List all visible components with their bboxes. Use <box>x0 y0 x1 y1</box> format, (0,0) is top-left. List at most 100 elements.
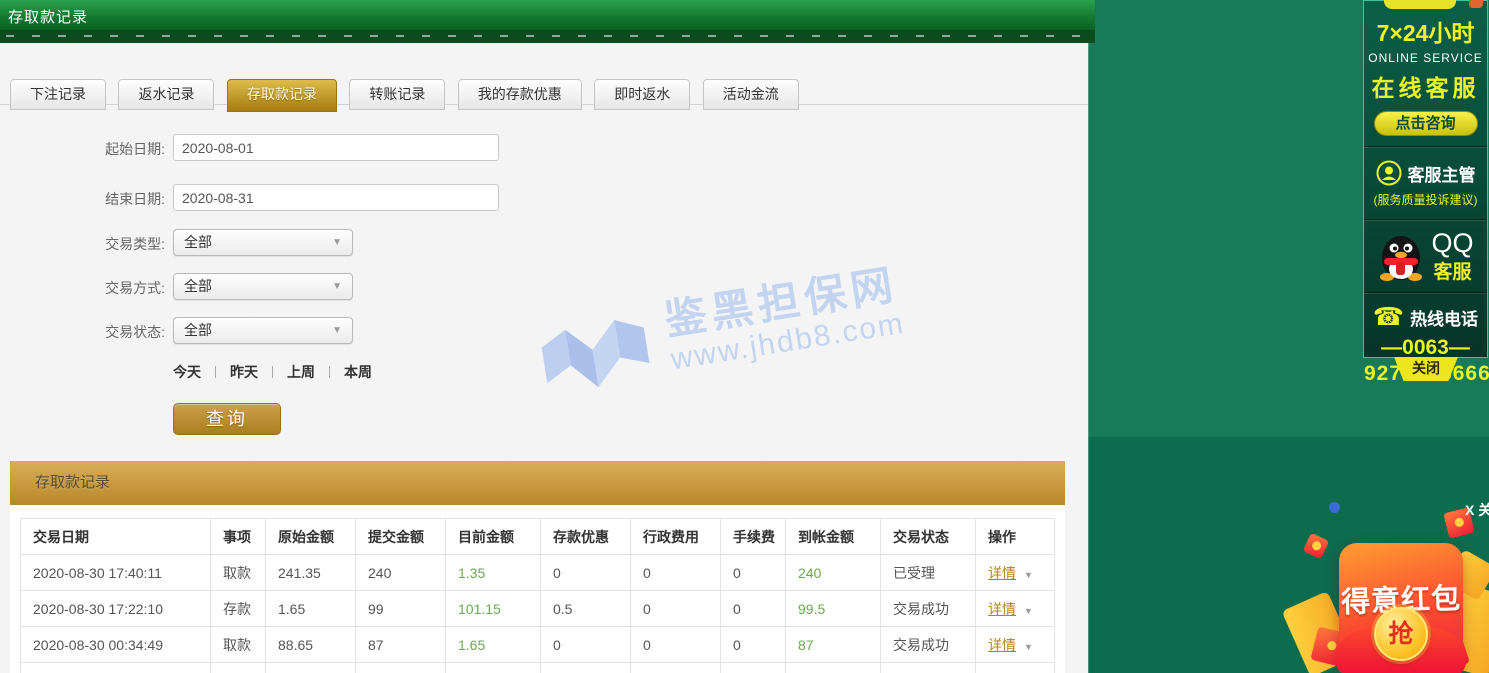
cell-received: 240 <box>786 555 881 591</box>
chevron-down-icon: ▼ <box>332 230 342 255</box>
online-service-text: ONLINE SERVICE <box>1364 51 1487 65</box>
col-current: 目前金额 <box>446 519 541 555</box>
quick-date-links: 今天 昨天 上周 本周 <box>173 362 372 382</box>
cell-received: 99.5 <box>786 591 881 627</box>
online-support-text: 在线客服 <box>1364 69 1487 103</box>
cell-fee: 0 <box>721 555 786 591</box>
blue-dot <box>1329 502 1340 513</box>
customer-service-widget: 7×24小时 ONLINE SERVICE 在线客服 点击咨询 客服主管 (服务… <box>1363 0 1488 358</box>
cell-date: 2020-08-30 17:22:10 <box>21 591 211 627</box>
chevron-down-icon[interactable]: ▼ <box>1024 606 1033 616</box>
cell-item: 存款 <box>211 591 266 627</box>
start-date-label: 起始日期: <box>0 139 165 159</box>
cell-current: 101.15 <box>446 591 541 627</box>
cell-date: 2020-08-30 00:34:49 <box>21 627 211 663</box>
start-date-input[interactable] <box>173 134 499 161</box>
tab-rebate-records[interactable]: 返水记录 <box>118 79 214 110</box>
cell-submitted: 99 <box>356 591 446 627</box>
table-row-partial <box>21 663 1055 673</box>
header-dashed-strip <box>0 30 1095 43</box>
transaction-type-label: 交易类型: <box>0 234 165 254</box>
quick-link-today[interactable]: 今天 <box>173 364 201 380</box>
hotline-prefix: —0063— <box>1364 336 1487 360</box>
cell-current: 1.35 <box>446 555 541 591</box>
cell-action: 详情 ▼ <box>976 591 1055 627</box>
end-date-input[interactable] <box>173 184 499 211</box>
cell-action: 详情 ▼ <box>976 627 1055 663</box>
cell-submitted: 240 <box>356 555 446 591</box>
col-submitted: 提交金额 <box>356 519 446 555</box>
transaction-status-label: 交易状态: <box>0 322 165 342</box>
cell-date: 2020-08-30 17:40:11 <box>21 555 211 591</box>
promo-close-button[interactable]: X 关 <box>1465 500 1489 520</box>
quick-link-last-week[interactable]: 上周 <box>287 364 315 380</box>
col-original: 原始金额 <box>266 519 356 555</box>
tab-deposit-withdrawal-records[interactable]: 存取款记录 <box>227 79 337 112</box>
qq-text: QQ <box>1431 229 1473 257</box>
cell-fee: 0 <box>721 591 786 627</box>
table-header-row: 交易日期 事项 原始金额 提交金额 目前金额 存款优惠 行政费用 手续费 到帐金… <box>21 519 1055 555</box>
transaction-status-select[interactable]: 全部 ▼ <box>173 317 353 344</box>
end-date-label: 结束日期: <box>0 189 165 209</box>
chevron-down-icon[interactable]: ▼ <box>1024 642 1033 652</box>
phone-icon: ☎ <box>1373 305 1404 330</box>
col-bonus: 存款优惠 <box>541 519 631 555</box>
tab-transfer-records[interactable]: 转账记录 <box>349 79 445 110</box>
col-admin-fee: 行政费用 <box>631 519 721 555</box>
quick-link-this-week[interactable]: 本周 <box>344 364 372 380</box>
col-date: 交易日期 <box>21 519 211 555</box>
quick-link-yesterday[interactable]: 昨天 <box>230 364 258 380</box>
widget-top-dot <box>1469 0 1483 8</box>
tab-deposit-bonus[interactable]: 我的存款优惠 <box>458 79 582 110</box>
tab-instant-rebate[interactable]: 即时返水 <box>594 79 690 110</box>
service-hours-text: 7×24小时 <box>1364 14 1487 48</box>
cell-item: 取款 <box>211 627 266 663</box>
cell-current: 1.65 <box>446 627 541 663</box>
chevron-down-icon[interactable]: ▼ <box>1024 570 1033 580</box>
grab-coin-button[interactable]: 抢 <box>1374 607 1428 661</box>
cell-received: 87 <box>786 627 881 663</box>
divider <box>329 366 330 378</box>
cell-status: 交易成功 <box>881 591 976 627</box>
detail-link[interactable]: 详情 <box>988 637 1016 653</box>
col-status: 交易状态 <box>881 519 976 555</box>
cell-status: 交易成功 <box>881 627 976 663</box>
records-panel-header: 存取款记录 <box>10 461 1065 505</box>
widget-close-button[interactable]: 关闭 <box>1394 357 1458 381</box>
cell-bonus: 0 <box>541 627 631 663</box>
query-button[interactable]: 查询 <box>173 403 281 435</box>
hotline-section[interactable]: ☎ 热线电话 —0063— 9276066666 <box>1364 294 1487 397</box>
cell-status: 已受理 <box>881 555 976 591</box>
detail-link[interactable]: 详情 <box>988 601 1016 617</box>
cell-fee: 0 <box>721 627 786 663</box>
chevron-down-icon: ▼ <box>332 274 342 299</box>
transaction-method-select[interactable]: 全部 ▼ <box>173 273 353 300</box>
qq-service-section[interactable]: QQ 客服 <box>1364 221 1487 292</box>
chevron-down-icon: ▼ <box>332 318 342 343</box>
cell-original: 241.35 <box>266 555 356 591</box>
service-manager-subtitle: (服务质量投诉建议) <box>1364 191 1487 208</box>
col-item: 事项 <box>211 519 266 555</box>
tab-bet-records[interactable]: 下注记录 <box>10 79 106 110</box>
headset-icon <box>1376 160 1402 186</box>
cell-bonus: 0 <box>541 555 631 591</box>
divider <box>215 366 216 378</box>
service-manager-title: 客服主管 <box>1408 161 1476 186</box>
tab-activity-flow[interactable]: 活动金流 <box>703 79 799 110</box>
cell-admin-fee: 0 <box>631 591 721 627</box>
detail-link[interactable]: 详情 <box>988 565 1016 581</box>
transaction-type-select[interactable]: 全部 ▼ <box>173 229 353 256</box>
cell-admin-fee: 0 <box>631 555 721 591</box>
service-manager-section[interactable]: 客服主管 (服务质量投诉建议) <box>1364 148 1487 219</box>
transaction-status-value: 全部 <box>184 322 212 338</box>
cell-submitted: 87 <box>356 627 446 663</box>
qq-penguin-icon <box>1377 231 1425 283</box>
table-row: 2020-08-30 17:22:10 存款 1.65 99 101.15 0.… <box>21 591 1055 627</box>
col-received: 到帐金额 <box>786 519 881 555</box>
table-row: 2020-08-30 00:34:49 取款 88.65 87 1.65 0 0… <box>21 627 1055 663</box>
transaction-method-label: 交易方式: <box>0 278 165 298</box>
table-row: 2020-08-30 17:40:11 取款 241.35 240 1.35 0… <box>21 555 1055 591</box>
consult-button[interactable]: 点击咨询 <box>1374 111 1478 136</box>
col-fee: 手续费 <box>721 519 786 555</box>
widget-top-tab <box>1384 0 1456 9</box>
